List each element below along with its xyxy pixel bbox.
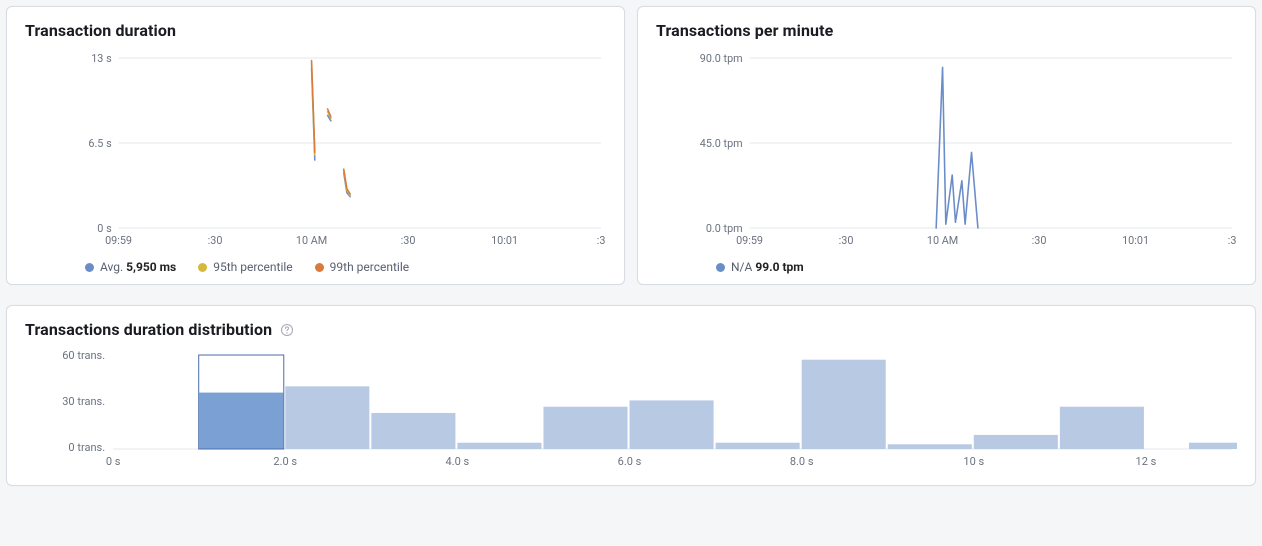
svg-text:90.0 tpm: 90.0 tpm	[700, 52, 743, 65]
svg-text:10 AM: 10 AM	[927, 234, 958, 247]
svg-text::3: :3	[597, 234, 606, 247]
chart-tpm[interactable]: 90.0 tpm 45.0 tpm 0.0 tpm 09:59:3010 AM:…	[656, 46, 1237, 252]
svg-text:6.5 s: 6.5 s	[88, 137, 112, 150]
svg-text:0 trans.: 0 trans.	[68, 441, 105, 454]
svg-text:8.0 s: 8.0 s	[790, 455, 814, 468]
svg-text:6.0 s: 6.0 s	[618, 455, 642, 468]
svg-text:0 s: 0 s	[106, 455, 121, 468]
svg-text:10 AM: 10 AM	[296, 234, 327, 247]
svg-text::30: :30	[839, 234, 854, 247]
svg-text:30 trans.: 30 trans.	[62, 395, 105, 408]
svg-text:09:59: 09:59	[736, 234, 763, 247]
svg-text:10:01: 10:01	[1122, 234, 1149, 247]
svg-text:2.0 s: 2.0 s	[273, 455, 297, 468]
legend-duration: Avg. 5,950 ms 95th percentile 99th perce…	[25, 252, 606, 274]
svg-text:10:01: 10:01	[491, 234, 518, 247]
panel-tpm: Transactions per minute 90.0 tpm 45.0 tp…	[637, 6, 1256, 285]
panel-title-tpm: Transactions per minute	[656, 21, 1237, 40]
svg-text:09:59: 09:59	[105, 234, 132, 247]
svg-text:45.0 tpm: 45.0 tpm	[700, 137, 743, 150]
legend-item-95th[interactable]: 95th percentile	[198, 260, 292, 274]
panel-distribution: Transactions duration distribution 60 tr…	[6, 305, 1256, 486]
svg-text::3: :3	[1228, 234, 1237, 247]
panel-title-distribution: Transactions duration distribution	[25, 320, 1237, 339]
legend-item-99th[interactable]: 99th percentile	[315, 260, 409, 274]
svg-text:13 s: 13 s	[91, 52, 112, 65]
legend-item-tpm[interactable]: N/A 99.0 tpm	[716, 260, 804, 274]
legend-item-avg[interactable]: Avg. 5,950 ms	[85, 260, 176, 274]
chart-distribution[interactable]: 60 trans. 30 trans. 0 trans. 0 s 2.0 s 4.0…	[25, 345, 1237, 475]
svg-text::30: :30	[1032, 234, 1047, 247]
svg-text::30: :30	[208, 234, 223, 247]
panel-title-duration: Transaction duration	[25, 21, 606, 40]
chart-duration[interactable]: 13 s 6.5 s 0 s 09:59:3010 AM:3010:01:3	[25, 46, 606, 252]
svg-text:60 trans.: 60 trans.	[62, 349, 105, 362]
svg-text::30: :30	[401, 234, 416, 247]
svg-text:12 s: 12 s	[1136, 455, 1157, 468]
svg-text:10 s: 10 s	[963, 455, 984, 468]
panel-transaction-duration: Transaction duration 13 s 6.5 s 0 s 09:5…	[6, 6, 625, 285]
help-icon[interactable]	[280, 323, 294, 337]
svg-text:4.0 s: 4.0 s	[446, 455, 470, 468]
legend-tpm: N/A 99.0 tpm	[656, 252, 1237, 274]
